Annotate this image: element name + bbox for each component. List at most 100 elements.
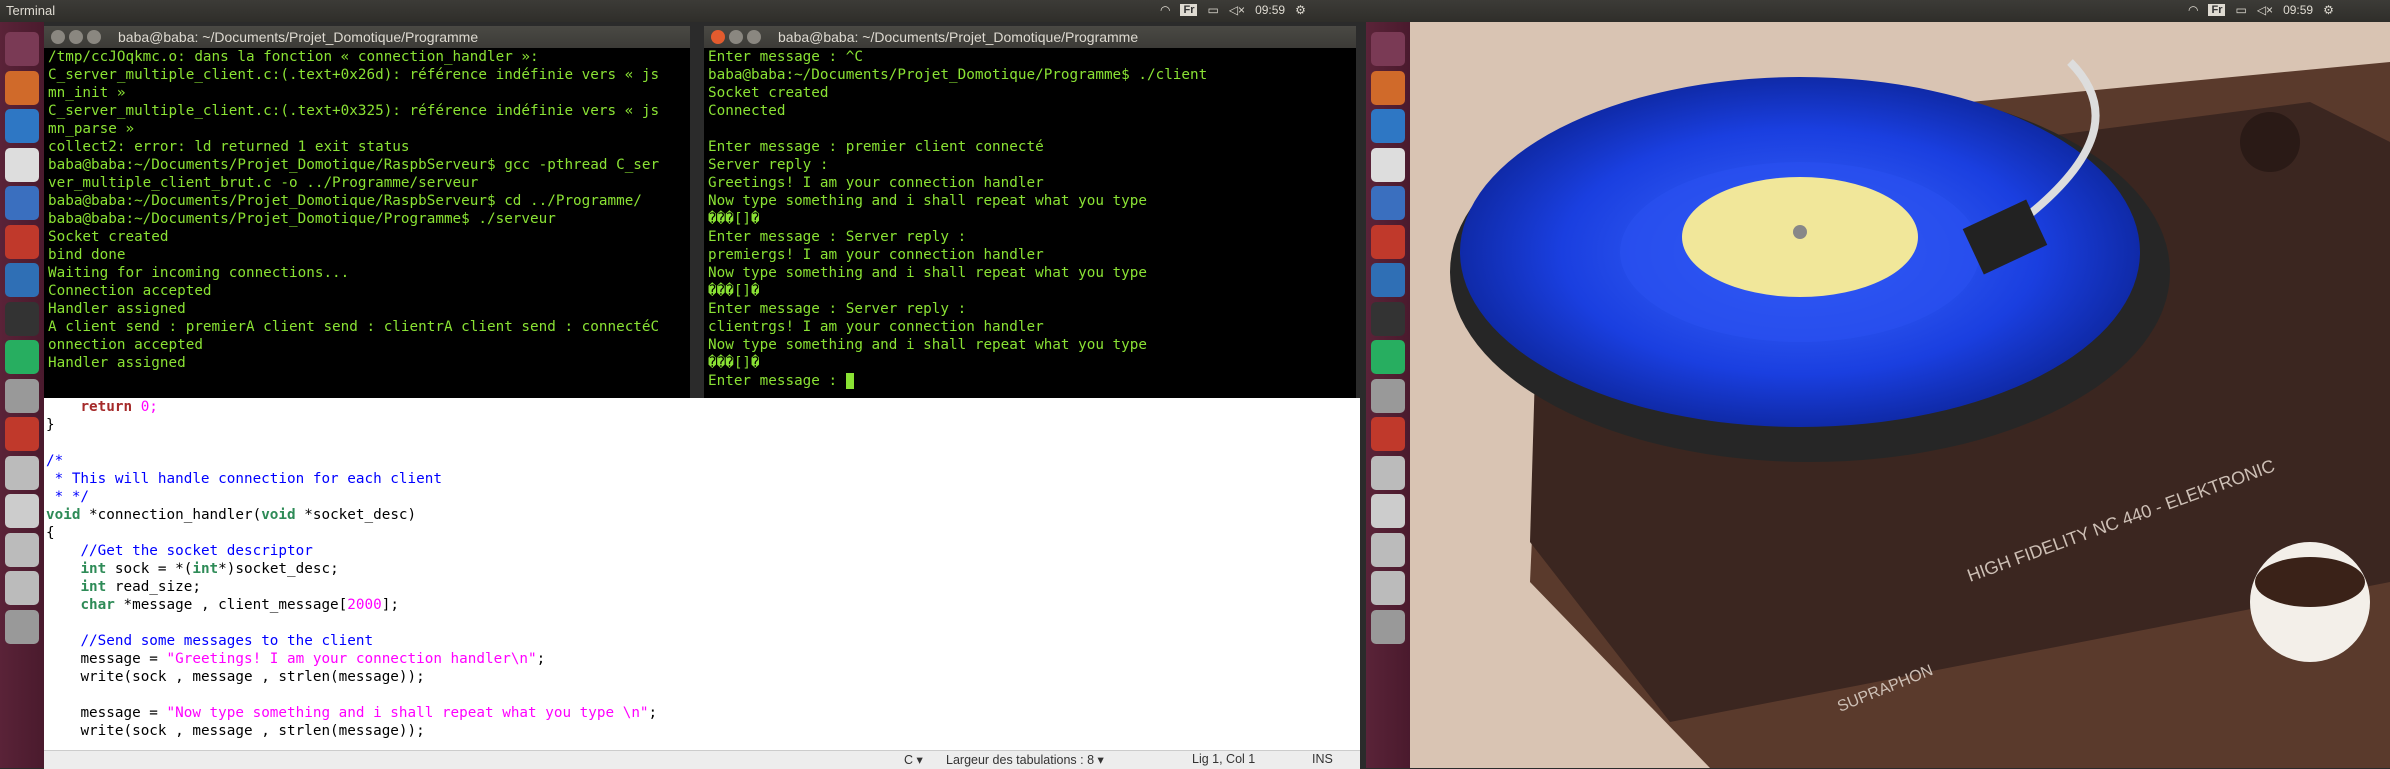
- tab-width-selector[interactable]: Largeur des tabulations : 8 ▾: [946, 752, 1104, 767]
- terminal-line: ���[]�: [708, 355, 760, 371]
- texmaker-icon[interactable]: [5, 147, 39, 182]
- clock[interactable]: 09:59: [2283, 3, 2313, 17]
- ubuntu-one-icon[interactable]: [1371, 263, 1405, 297]
- trash-icon[interactable]: [5, 609, 39, 644]
- terminal-line: Now type something and i shall repeat wh…: [708, 193, 1147, 209]
- code-token: int: [80, 579, 107, 595]
- terminal-line: collect2: error: ld returned 1 exit stat…: [48, 139, 410, 155]
- window-title: baba@baba: ~/Documents/Projet_Domotique/…: [118, 29, 479, 45]
- code-token: }: [46, 417, 55, 433]
- app-title: Terminal: [6, 3, 56, 18]
- dash-icon[interactable]: [1371, 32, 1405, 66]
- terminal-line: baba@baba:~/Documents/Projet_Domotique/R…: [48, 193, 642, 209]
- settings-icon[interactable]: [5, 224, 39, 259]
- terminal-line: C_server_multiple_client.c:(.text+0x26d)…: [48, 67, 660, 83]
- android-icon[interactable]: [5, 340, 39, 374]
- terminal-right-titlebar[interactable]: baba@baba: ~/Documents/Projet_Domotique/…: [704, 26, 1356, 48]
- battery-icon[interactable]: ▭: [1207, 3, 1218, 17]
- volume-icon[interactable]: ◁×: [1229, 3, 1245, 17]
- code-token: *)socket_desc;: [218, 561, 339, 577]
- drive-icon[interactable]: [1371, 532, 1405, 567]
- text-editor-icon[interactable]: [5, 378, 39, 413]
- launcher-right: [1366, 22, 1410, 768]
- terminal-line: Enter message : Server reply :: [708, 301, 967, 317]
- code-area: return 0; } /* * This will handle connec…: [44, 398, 1360, 740]
- terminal-line: baba@baba:~/Documents/Projet_Domotique/R…: [48, 157, 660, 173]
- writer-icon[interactable]: [1371, 186, 1405, 220]
- code-comment: * This will handle connection for each c…: [46, 471, 442, 487]
- cursor-position: Lig 1, Col 1: [1192, 752, 1256, 766]
- code-token: {: [46, 525, 55, 541]
- code-string: "Now type something and i shall repeat w…: [166, 705, 649, 721]
- terminal-icon[interactable]: [5, 301, 39, 336]
- gear-icon[interactable]: ⚙: [1295, 3, 1306, 17]
- terminal-line: mn_parse »: [48, 121, 135, 137]
- code-token: *connection_handler(: [80, 507, 262, 523]
- terminal-right[interactable]: Enter message : ^C baba@baba:~/Documents…: [704, 48, 1356, 398]
- minimize-icon[interactable]: [69, 30, 83, 44]
- terminal-icon[interactable]: [1371, 301, 1405, 336]
- drive-icon[interactable]: [5, 532, 39, 567]
- files-icon[interactable]: [1371, 70, 1405, 105]
- settings-icon[interactable]: [1371, 224, 1405, 259]
- drive-icon[interactable]: [1371, 494, 1405, 528]
- code-token: read_size;: [106, 579, 201, 595]
- terminal-output: /tmp/ccJOqkmc.o: dans la fonction « conn…: [44, 48, 690, 372]
- terminal-line: baba@baba:~/Documents/Projet_Domotique/P…: [708, 67, 1208, 83]
- maximize-icon[interactable]: [87, 30, 101, 44]
- drive-icon[interactable]: [1371, 455, 1405, 490]
- clock[interactable]: 09:59: [1255, 3, 1285, 17]
- close-icon[interactable]: [711, 30, 725, 44]
- language-selector[interactable]: C ▾: [904, 752, 923, 767]
- terminal-line: Enter message : premier client connecté: [708, 139, 1044, 155]
- terminal-line: baba@baba:~/Documents/Projet_Domotique/P…: [48, 211, 556, 227]
- terminal-line: Handler assigned: [48, 355, 186, 371]
- trash-icon[interactable]: [1371, 609, 1405, 644]
- browser-icon[interactable]: [1371, 109, 1405, 143]
- image-viewer-icon[interactable]: [1371, 417, 1405, 451]
- drive-icon[interactable]: [5, 571, 39, 605]
- volume-icon[interactable]: ◁×: [2257, 3, 2273, 17]
- keyboard-layout-indicator[interactable]: Fr: [2208, 4, 2226, 16]
- window-title: baba@baba: ~/Documents/Projet_Domotique/…: [778, 29, 1139, 45]
- files-icon[interactable]: [5, 70, 39, 105]
- terminal-left[interactable]: /tmp/ccJOqkmc.o: dans la fonction « conn…: [44, 48, 690, 398]
- browser-icon[interactable]: [5, 109, 39, 143]
- code-token: sock = *(: [106, 561, 193, 577]
- keyboard-layout-indicator[interactable]: Fr: [1180, 4, 1198, 16]
- drive-icon[interactable]: [5, 494, 39, 528]
- wifi-icon[interactable]: ◠: [2188, 3, 2198, 17]
- texmaker-icon[interactable]: [1371, 147, 1405, 182]
- battery-icon[interactable]: ▭: [2235, 3, 2246, 17]
- ubuntu-one-icon[interactable]: [5, 263, 39, 297]
- writer-icon[interactable]: [5, 186, 39, 220]
- turntable-image: HIGH FIDELITY NC 440 - ELEKTRONIC SUPRAP…: [1410, 22, 2390, 768]
- terminal-line: Connection accepted: [48, 283, 212, 299]
- drive-icon[interactable]: [5, 455, 39, 490]
- wifi-icon[interactable]: ◠: [1160, 3, 1170, 17]
- drive-icon[interactable]: [1371, 571, 1405, 605]
- terminal-line: Enter message :: [708, 373, 846, 389]
- code-token: void: [46, 507, 81, 523]
- terminal-cursor: [845, 373, 855, 389]
- terminal-line: /tmp/ccJOqkmc.o: dans la fonction « conn…: [48, 49, 539, 65]
- system-tray-right: ◠ Fr ▭ ◁× 09:59 ⚙: [2188, 3, 2334, 17]
- maximize-icon[interactable]: [747, 30, 761, 44]
- code-token: int: [192, 561, 219, 577]
- code-token: write(sock , message , strlen(message));: [80, 723, 425, 739]
- image-viewer-icon[interactable]: [5, 417, 39, 451]
- system-tray-left: ◠ Fr ▭ ◁× 09:59 ⚙: [1160, 3, 1306, 17]
- gear-icon[interactable]: ⚙: [2323, 3, 2334, 17]
- close-icon[interactable]: [51, 30, 65, 44]
- android-icon[interactable]: [1371, 340, 1405, 374]
- terminal-line: ���[]�: [708, 211, 760, 227]
- code-editor[interactable]: return 0; } /* * This will handle connec…: [44, 398, 1360, 750]
- minimize-icon[interactable]: [729, 30, 743, 44]
- code-token: int: [80, 561, 107, 577]
- dash-icon[interactable]: [5, 32, 39, 66]
- text-editor-icon[interactable]: [1371, 378, 1405, 413]
- code-string: "Greetings! I am your connection handler…: [166, 651, 537, 667]
- code-comment: //Get the socket descriptor: [80, 543, 313, 559]
- terminal-left-titlebar[interactable]: baba@baba: ~/Documents/Projet_Domotique/…: [44, 26, 690, 48]
- terminal-line: Enter message : Server reply :: [708, 229, 967, 245]
